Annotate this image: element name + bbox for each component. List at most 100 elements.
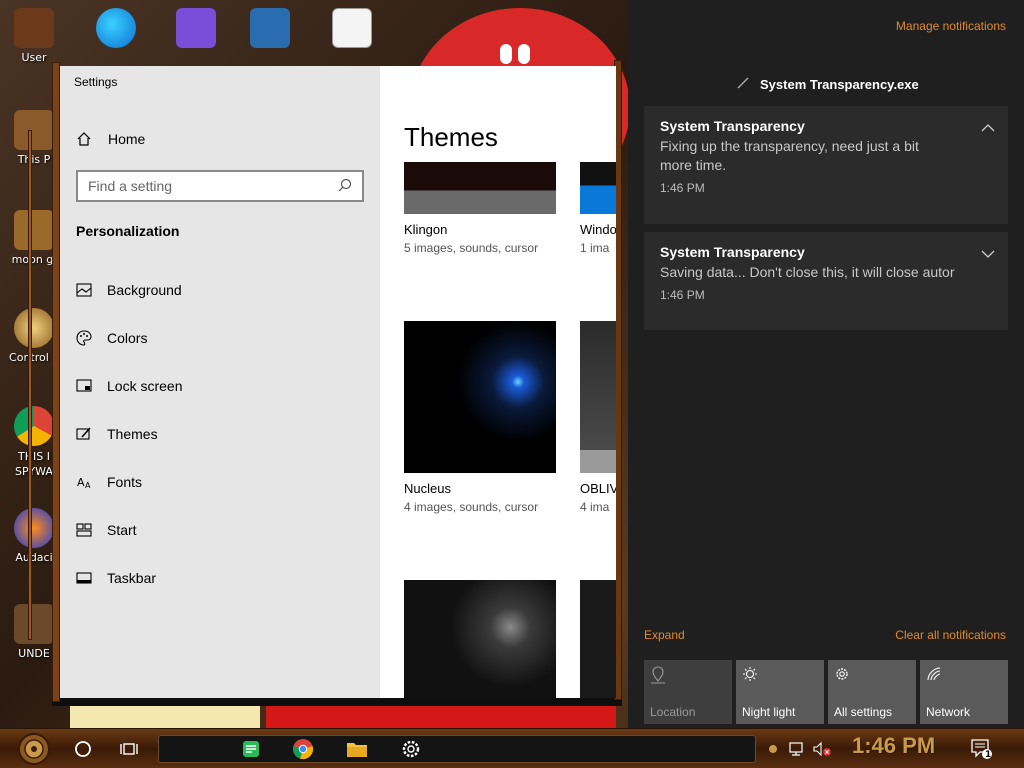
cortana-button[interactable]	[68, 733, 98, 765]
virtualbox-icon	[250, 8, 290, 48]
start-button[interactable]	[12, 733, 56, 765]
folder-icon	[14, 210, 54, 250]
volume-tray[interactable]	[810, 733, 834, 765]
chevron-up-icon	[769, 745, 777, 753]
nav-item-lock-screen[interactable]: Lock screen	[76, 374, 182, 398]
notification-count-badge: 1	[985, 750, 992, 760]
clear-all-notifications-link[interactable]: Clear all notifications	[895, 628, 1006, 642]
action-center: Manage notifications System Transparency…	[628, 0, 1024, 728]
theme-thumbnail	[580, 321, 616, 473]
palette-icon	[76, 330, 92, 346]
gear-icon	[834, 667, 850, 686]
notification-time: 1:46 PM	[660, 288, 705, 302]
quick-action-all-settings[interactable]: All settings	[828, 660, 916, 724]
font-icon: AA	[76, 474, 92, 490]
quick-action-location[interactable]: Location	[644, 660, 732, 724]
theme-card-dark[interactable]	[404, 580, 556, 698]
start-icon	[76, 522, 92, 538]
theme-card-nucleus[interactable]: Nucleus 4 images, sounds, cursor	[404, 321, 556, 514]
page-title: Themes	[404, 122, 498, 152]
desktop-icon-user[interactable]: User	[4, 8, 64, 64]
notification-title: System Transparency	[660, 244, 805, 260]
action-center-button[interactable]: 1	[968, 733, 996, 765]
brush-icon	[76, 426, 92, 442]
pinned-file-explorer[interactable]	[342, 733, 372, 765]
gear-folder-icon	[14, 604, 54, 644]
svg-text:A: A	[85, 481, 91, 490]
theme-card-windows[interactable]: Windo 1 ima	[580, 162, 616, 255]
network-tray[interactable]	[786, 733, 808, 765]
this-pc-icon	[14, 110, 54, 150]
theme-thumbnail	[580, 162, 616, 214]
pinned-chrome[interactable]	[288, 733, 318, 765]
quick-action-night-light[interactable]: Night light	[736, 660, 824, 724]
notification-app-header: System Transparency.exe	[736, 75, 919, 94]
nav-home[interactable]: Home	[76, 128, 145, 150]
cortana-icon	[75, 741, 91, 757]
section-title: Personalization	[76, 223, 180, 239]
chrome-icon	[293, 739, 313, 760]
manage-notifications-link[interactable]: Manage notifications	[896, 19, 1006, 33]
wallpaper-strip-red	[266, 706, 616, 728]
settings-window: Settings Home Find a setting Personaliza…	[60, 66, 616, 698]
notification-title: System Transparency	[660, 118, 805, 134]
themes-content: Themes Klingon 5 images, sounds, cursor …	[380, 66, 616, 698]
search-placeholder: Find a setting	[88, 178, 173, 194]
home-icon	[76, 131, 92, 147]
theme-card-klingon[interactable]: Klingon 5 images, sounds, cursor	[404, 162, 556, 255]
frame-pipe-outer	[28, 130, 32, 640]
quick-action-network[interactable]: Network	[920, 660, 1008, 724]
control-panel-icon	[14, 308, 54, 348]
wallpaper-strip-yellow	[70, 706, 260, 728]
notification-body: Saving data... Don't close this, it will…	[660, 264, 955, 280]
notification-body: Fixing up the transparency, need just a …	[660, 138, 919, 154]
steampunk-start-icon	[18, 733, 50, 765]
theme-card-steampunk[interactable]	[580, 580, 616, 698]
task-view-button[interactable]	[114, 733, 144, 765]
nav-item-themes[interactable]: Themes	[76, 422, 158, 446]
desktop-icon-edge[interactable]	[86, 8, 146, 48]
audacity-icon	[14, 508, 54, 548]
task-view-icon	[120, 743, 138, 755]
network-tray-icon	[789, 742, 803, 756]
app-icon	[736, 75, 750, 94]
settings-sidebar: Settings Home Find a setting Personaliza…	[60, 66, 380, 698]
nav-home-label: Home	[108, 131, 146, 147]
network-icon	[926, 667, 942, 686]
notification-card[interactable]: System Transparency Fixing up the transp…	[644, 106, 1008, 224]
taskbar-clock[interactable]: 1:46 PM	[852, 733, 935, 759]
nav-item-fonts[interactable]: AA Fonts	[76, 470, 142, 494]
taskbar-icon	[76, 570, 92, 586]
location-icon	[650, 666, 666, 688]
chevron-down-icon[interactable]	[980, 246, 996, 262]
user-folder-icon	[14, 8, 54, 48]
pinned-notes[interactable]	[236, 733, 266, 765]
theme-thumbnail	[404, 321, 556, 473]
night-light-icon	[742, 667, 758, 686]
desktop-icon-hxd[interactable]	[322, 8, 382, 48]
nav-item-start[interactable]: Start	[76, 518, 137, 542]
edge-icon	[96, 8, 136, 48]
notification-card[interactable]: System Transparency Saving data... Don't…	[644, 232, 1008, 330]
notification-time: 1:46 PM	[660, 181, 705, 195]
theme-thumbnail	[580, 580, 616, 698]
desktop-icon-virtualbox[interactable]	[240, 8, 300, 48]
chrome-icon	[14, 406, 54, 446]
theme-card-oblivion[interactable]: OBLIV 4 ima	[580, 321, 616, 514]
settings-gear-icon	[402, 740, 420, 758]
search-input[interactable]: Find a setting	[76, 170, 364, 202]
visual-studio-icon	[176, 8, 216, 48]
notification-body-line2: more time.	[660, 157, 727, 173]
window-title: Settings	[74, 75, 118, 89]
volume-muted-icon	[813, 741, 831, 757]
search-icon	[338, 177, 352, 196]
desktop-icon-visual-studio[interactable]	[166, 8, 226, 48]
show-hidden-icons[interactable]	[766, 733, 780, 765]
nav-item-background[interactable]: Background	[76, 278, 182, 302]
nav-item-colors[interactable]: Colors	[76, 326, 147, 350]
file-explorer-icon	[347, 743, 367, 757]
expand-link[interactable]: Expand	[644, 628, 685, 642]
pinned-settings[interactable]	[396, 733, 426, 765]
nav-item-taskbar[interactable]: Taskbar	[76, 566, 156, 590]
chevron-up-icon[interactable]	[980, 120, 996, 136]
